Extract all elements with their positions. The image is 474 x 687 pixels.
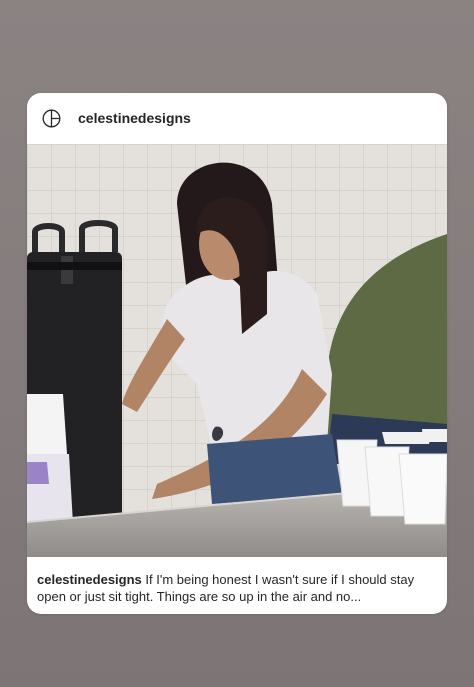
caption-username[interactable]: celestinedesigns	[37, 572, 142, 587]
celestine-designs-logo-icon[interactable]	[42, 109, 61, 128]
post-username[interactable]: celestinedesigns	[78, 110, 191, 126]
post-card[interactable]: celestinedesigns celestinedesigns If I'm…	[27, 93, 447, 614]
post-header: celestinedesigns	[27, 93, 447, 144]
post-image[interactable]	[27, 144, 447, 557]
post-caption[interactable]: celestinedesigns If I'm being honest I w…	[37, 571, 439, 605]
